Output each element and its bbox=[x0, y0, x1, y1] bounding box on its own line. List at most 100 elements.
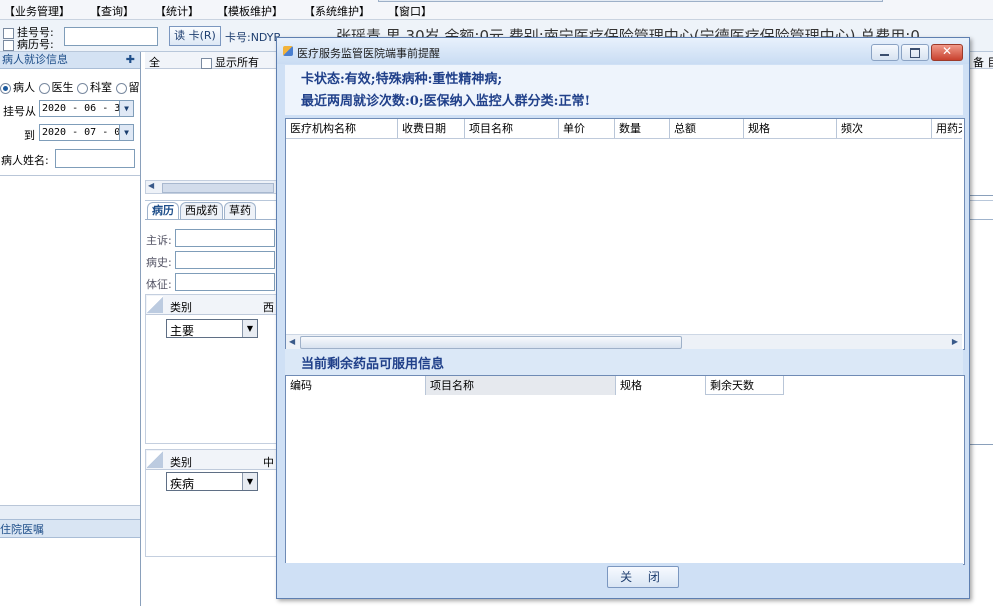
patient-list[interactable] bbox=[0, 175, 140, 505]
reg-to-label: 到 bbox=[24, 129, 35, 142]
card-status-text: 卡状态:有效;特殊病种:重性精神病; bbox=[301, 72, 503, 87]
scroll-left-icon[interactable]: ◀ bbox=[289, 335, 295, 349]
horizontal-scrollbar[interactable]: ◀ bbox=[145, 180, 280, 194]
scroll-right-icon[interactable]: ▶ bbox=[952, 335, 958, 349]
chinese-column: 中 bbox=[263, 456, 274, 469]
radio-patient-circle[interactable] bbox=[0, 82, 11, 94]
chevron-down-icon[interactable]: ▼ bbox=[242, 473, 257, 490]
minimize-icon bbox=[880, 54, 889, 56]
maximize-icon bbox=[910, 48, 920, 58]
window-tab-edge bbox=[378, 0, 883, 2]
diagnosis-grid-secondary-header: 类别 中 bbox=[146, 450, 279, 470]
close-icon: ✕ bbox=[942, 44, 953, 58]
chevron-down-icon[interactable]: ▼ bbox=[242, 320, 257, 337]
radio-department-label: 科室 bbox=[90, 81, 112, 94]
reg-to-date-picker[interactable]: 2020 - 07 - 07 ▼ bbox=[39, 124, 134, 141]
panel-title-text: 病人就诊信息 bbox=[2, 53, 68, 66]
minimize-button[interactable] bbox=[871, 44, 899, 61]
tab-herbal-medicine[interactable]: 草药 bbox=[224, 202, 256, 219]
patient-name-input[interactable] bbox=[55, 149, 135, 168]
record-no-checkbox[interactable] bbox=[3, 39, 14, 51]
scrollbar-thumb[interactable] bbox=[162, 183, 274, 193]
tab-western-medicine[interactable]: 西成药 bbox=[180, 202, 223, 219]
radio-doctor-label: 医生 bbox=[51, 81, 74, 94]
dialog-title: 医疗服务监管医院端事前提醒 bbox=[297, 47, 440, 60]
category-column: 类别 bbox=[170, 456, 192, 469]
menu-business[interactable]: 【业务管理】 bbox=[4, 3, 70, 19]
remaining-medicine-title: 当前剩余药品可服用信息 bbox=[301, 357, 445, 372]
radio-patient-label: 病人 bbox=[13, 81, 35, 94]
col-item-name: 项目名称 bbox=[465, 119, 559, 138]
category-select-secondary[interactable]: 疾病 ▼ bbox=[166, 472, 258, 491]
card-number: 卡号:NDYB bbox=[225, 31, 282, 44]
show-all-label: 显示所有 bbox=[215, 56, 259, 69]
col-quantity: 数量 bbox=[615, 119, 670, 138]
radio-department-circle[interactable] bbox=[77, 82, 88, 94]
radio-stay-circle[interactable] bbox=[115, 82, 127, 94]
col-institution: 医疗机构名称 bbox=[286, 119, 398, 138]
category-column: 类别 bbox=[170, 301, 192, 314]
radio-department[interactable]: 科室 bbox=[77, 81, 112, 94]
close-window-button[interactable]: ✕ bbox=[931, 44, 963, 61]
row-selector-icon bbox=[147, 451, 163, 468]
pin-icon[interactable]: ✚ bbox=[126, 52, 135, 68]
tab-medical-record[interactable]: 病历 bbox=[147, 202, 179, 219]
chevron-down-icon[interactable]: ▼ bbox=[119, 101, 133, 116]
radio-doctor[interactable]: 医生 bbox=[38, 81, 74, 94]
reg-from-date: 2020 - 06 - 30 bbox=[42, 103, 127, 114]
remaining-medicine-header: 编码 项目名称 规格 剩余天数 bbox=[286, 376, 784, 396]
col-item-name-2: 项目名称 bbox=[426, 376, 616, 395]
show-all-checkbox[interactable] bbox=[201, 57, 212, 69]
history-input[interactable] bbox=[175, 251, 275, 269]
expense-table-scrollbar[interactable]: ◀ ▶ bbox=[286, 334, 962, 349]
select-all-label[interactable]: 全 bbox=[149, 54, 160, 70]
radio-stay[interactable]: 留 bbox=[115, 81, 140, 94]
scrollbar-thumb[interactable] bbox=[300, 336, 682, 349]
menu-window[interactable]: 【窗口】 bbox=[388, 3, 432, 19]
patient-visit-panel-title: 病人就诊信息 ✚ bbox=[0, 52, 140, 69]
menu-statistics[interactable]: 【统计】 bbox=[155, 3, 199, 19]
menu-template[interactable]: 【模板维护】 bbox=[217, 3, 283, 19]
col-unit-price: 单价 bbox=[559, 119, 615, 138]
chief-complaint-label: 主诉: bbox=[146, 234, 172, 247]
western-column: 西 bbox=[263, 301, 274, 314]
record-no-option[interactable]: 病历号: bbox=[3, 36, 54, 52]
menu-bar: 【业务管理】 【查询】 【统计】 【模板维护】 【系统维护】 【窗口】 bbox=[0, 0, 993, 20]
pre-reminder-dialog: 医疗服务监管医院端事前提醒 ✕ 卡状态:有效;特殊病种:重性精神病; 最近两周就… bbox=[276, 37, 970, 599]
left-panel: 病人就诊信息 ✚ 病人 医生 科室 留 挂号从 2020 - 06 - 30 ▼… bbox=[0, 52, 141, 606]
col-charge-date: 收费日期 bbox=[398, 119, 465, 138]
record-tabs: 病历 西成药 草药 bbox=[147, 202, 257, 219]
right-divider-lower bbox=[967, 444, 993, 445]
app-icon bbox=[283, 46, 293, 56]
menu-query[interactable]: 【查询】 bbox=[90, 3, 134, 19]
category-select-main[interactable]: 主要 ▼ bbox=[166, 319, 258, 338]
menu-system[interactable]: 【系统维护】 bbox=[304, 3, 370, 19]
maximize-button[interactable] bbox=[901, 44, 929, 61]
sign-input[interactable] bbox=[175, 273, 275, 291]
expense-table-header: 医疗机构名称 收费日期 项目名称 单价 数量 总额 规格 频次 用药天 bbox=[286, 119, 962, 139]
col-code: 编码 bbox=[286, 376, 426, 395]
chevron-down-icon[interactable]: ▼ bbox=[119, 125, 133, 140]
reg-from-label: 挂号从 bbox=[3, 105, 36, 118]
radio-patient[interactable]: 病人 bbox=[0, 81, 35, 94]
diagnosis-grid-secondary: 类别 中 疾病 ▼ bbox=[145, 449, 280, 557]
chief-complaint-input[interactable] bbox=[175, 229, 275, 247]
expense-table: 医疗机构名称 收费日期 项目名称 单价 数量 总额 规格 频次 用药天 ◀ ▶ bbox=[285, 118, 965, 350]
radio-doctor-circle[interactable] bbox=[38, 82, 50, 94]
scroll-left-icon[interactable]: ◀ bbox=[148, 181, 154, 190]
sign-label: 体征: bbox=[146, 278, 172, 291]
remaining-medicine-section: 当前剩余药品可服用信息 bbox=[285, 349, 963, 375]
reg-to-date: 2020 - 07 - 07 bbox=[42, 127, 127, 138]
category-select-main-value: 主要 bbox=[170, 324, 195, 338]
filter-radio-group: 病人 医生 科室 留 bbox=[0, 79, 141, 95]
reg-no-input[interactable] bbox=[64, 27, 158, 46]
show-all-option[interactable]: 显示所有 bbox=[201, 54, 259, 70]
close-button[interactable]: 关 闭 bbox=[607, 566, 679, 588]
dialog-title-bar[interactable]: 医疗服务监管医院端事前提醒 ✕ bbox=[277, 38, 969, 64]
col-spec: 规格 bbox=[744, 119, 837, 138]
inpatient-orders-title[interactable]: 住院医嘱 bbox=[0, 519, 140, 538]
visit-count-text: 最近两周就诊次数:0;医保纳入监控人群分类:正常! bbox=[301, 94, 591, 109]
read-card-button[interactable]: 读 卡(R) bbox=[169, 26, 221, 46]
reg-from-date-picker[interactable]: 2020 - 06 - 30 ▼ bbox=[39, 100, 134, 117]
record-no-label: 病历号: bbox=[17, 38, 54, 51]
